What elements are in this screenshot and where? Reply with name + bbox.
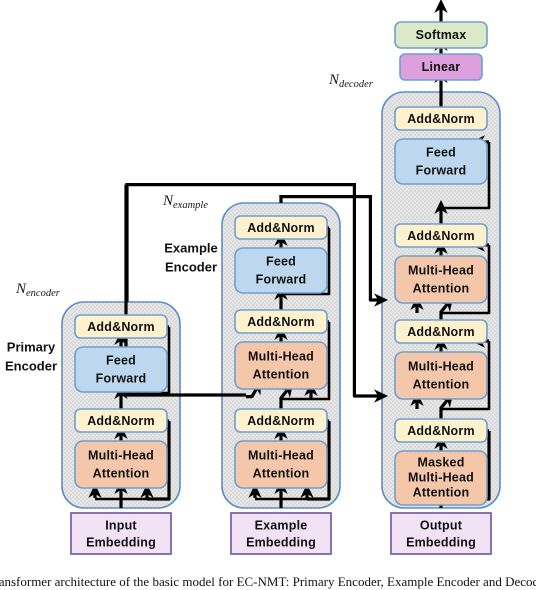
block-label-line1: Multi-Head (248, 448, 314, 462)
block-label-line1: Feed (426, 145, 456, 159)
block-ee-addnorm-2[interactable]: Add&Norm (234, 309, 328, 334)
block-label-line2: Embedding (406, 535, 476, 549)
block-pe-feed-forward[interactable]: Feed Forward (74, 346, 168, 393)
transformer-architecture-diagram: Add&Norm Feed Forward Add&Norm Multi-Hea… (0, 0, 536, 590)
label-line1: Example (164, 240, 217, 255)
block-ee-multi-head-attention-1[interactable]: Multi-Head Attention (234, 440, 328, 489)
block-label: Add&Norm (407, 424, 475, 438)
block-label: Add&Norm (247, 315, 315, 329)
block-pe-addnorm-1[interactable]: Add&Norm (74, 408, 168, 433)
block-label-line1: Output (420, 518, 463, 532)
block-dec-multi-head-attention-2[interactable]: Multi-Head Attention (394, 255, 488, 304)
block-label-line3: Attention (413, 485, 470, 499)
label-line2: Encoder (165, 259, 217, 274)
block-label-line2: Attention (413, 281, 470, 295)
block-label-line2: Forward (256, 272, 307, 286)
block-label: Add&Norm (87, 414, 155, 428)
block-label-line2: Attention (253, 367, 310, 381)
block-label-line2: Attention (93, 466, 150, 480)
block-label-line1: Input (105, 518, 137, 532)
block-input-embedding[interactable]: Input Embedding (70, 512, 172, 555)
block-label-line1: Multi-Head (248, 349, 314, 363)
block-label-line1: Masked (417, 455, 464, 469)
block-label: Add&Norm (407, 229, 475, 243)
block-label-line2: Attention (413, 377, 470, 391)
block-dec-feed-forward[interactable]: Feed Forward (394, 138, 488, 185)
block-pe-multi-head-attention[interactable]: Multi-Head Attention (74, 440, 168, 489)
block-output-embedding[interactable]: Output Embedding (390, 512, 492, 555)
figure-caption: Transformer architecture of the basic mo… (0, 574, 536, 589)
block-label-line2: Embedding (86, 535, 156, 549)
block-ee-feed-forward[interactable]: Feed Forward (234, 247, 328, 294)
block-label-line1: Multi-Head (408, 263, 474, 277)
block-label-line1: Example (255, 518, 308, 532)
block-pe-addnorm-2[interactable]: Add&Norm (74, 314, 168, 339)
label-line2: Encoder (5, 358, 57, 373)
block-ee-addnorm-3[interactable]: Add&Norm (234, 215, 328, 240)
block-label: Add&Norm (87, 320, 155, 334)
block-dec-addnorm-1b[interactable]: Add&Norm (394, 319, 488, 344)
block-label-line2: Forward (416, 163, 467, 177)
block-label-line2: Embedding (246, 535, 316, 549)
block-label-line1: Feed (106, 353, 136, 367)
block-dec-addnorm-2[interactable]: Add&Norm (394, 223, 488, 248)
label-line1: Primary (7, 339, 56, 354)
block-label: Add&Norm (247, 414, 315, 428)
block-label-line1: Multi-Head (408, 359, 474, 373)
block-dec-masked-multi-head-attention[interactable]: Masked Multi-Head Attention (394, 450, 488, 506)
block-label-line1: Feed (266, 254, 296, 268)
block-label-line2: Attention (253, 466, 310, 480)
n-subscript: encoder (26, 288, 61, 299)
block-dec-multi-head-attention-1[interactable]: Multi-Head Attention (394, 351, 488, 400)
caption-text: Transformer architecture of the basic mo… (0, 574, 536, 589)
block-label: Linear (422, 60, 461, 74)
block-label: Add&Norm (247, 221, 315, 235)
block-label: Add&Norm (407, 112, 475, 126)
n-subscript: decoder (339, 79, 374, 90)
block-example-embedding[interactable]: Example Embedding (230, 512, 332, 555)
block-ee-addnorm-1[interactable]: Add&Norm (234, 408, 328, 433)
block-ee-multi-head-attention-2[interactable]: Multi-Head Attention (234, 341, 328, 390)
n-subscript: example (173, 200, 208, 211)
block-linear[interactable]: Linear (399, 53, 483, 81)
block-dec-addnorm-3[interactable]: Add&Norm (394, 106, 488, 131)
block-label: Softmax (416, 28, 467, 42)
block-label-line2: Forward (96, 371, 147, 385)
block-softmax[interactable]: Softmax (394, 21, 488, 49)
block-dec-addnorm-1[interactable]: Add&Norm (394, 418, 488, 443)
block-label-line1: Multi-Head (88, 448, 154, 462)
block-label-line2: Multi-Head (408, 470, 474, 484)
block-label: Add&Norm (407, 325, 475, 339)
